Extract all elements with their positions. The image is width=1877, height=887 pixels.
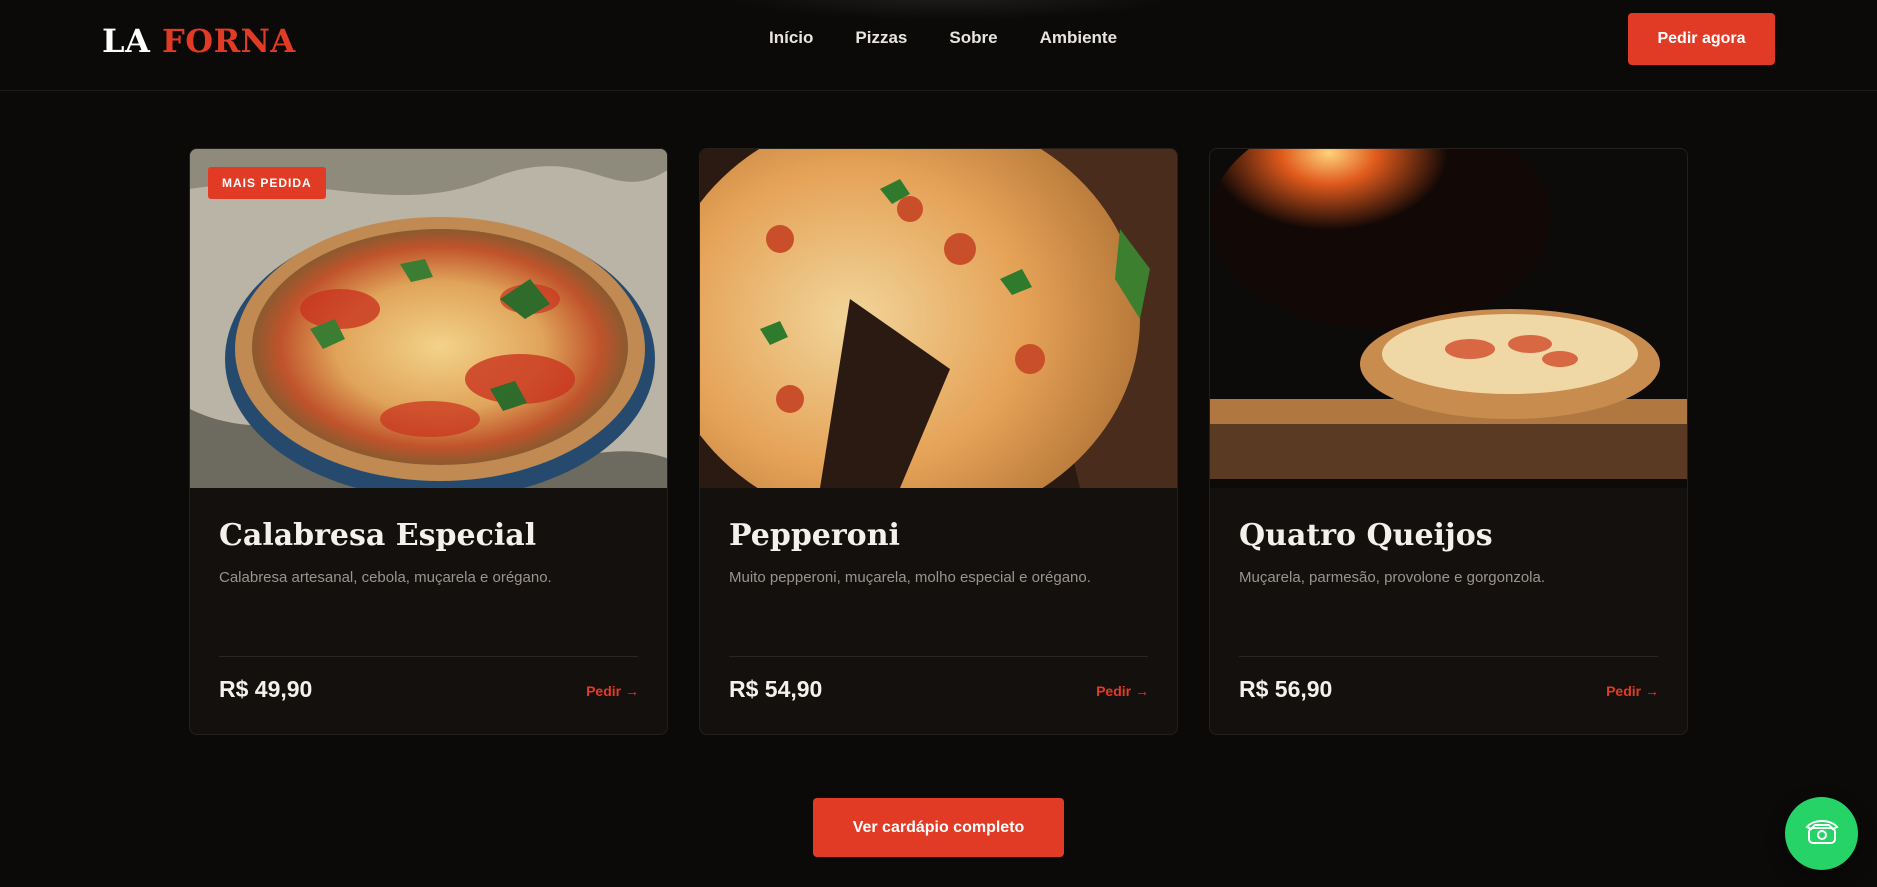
logo-accent: FORNA xyxy=(161,22,296,60)
pizza-price: R$ 54,90 xyxy=(729,676,823,702)
pizza-title: Quatro Queijos xyxy=(1239,518,1493,553)
pizza-card[interactable]: Pepperoni Muito pepperoni, muçarela, mol… xyxy=(699,148,1178,735)
pizza-title: Pepperoni xyxy=(729,518,900,553)
order-link[interactable]: Pedir → xyxy=(1606,683,1659,699)
card-body: Calabresa Especial Calabresa artesanal, … xyxy=(190,488,667,586)
pizza-price: R$ 56,90 xyxy=(1239,676,1333,702)
pizza-image xyxy=(1210,149,1687,488)
pizza-title: Calabresa Especial xyxy=(219,518,537,553)
logo-primary: LA xyxy=(102,22,151,60)
nav-item-pizzas[interactable]: Pizzas xyxy=(855,28,907,48)
whatsapp-phone-icon xyxy=(1804,819,1839,844)
pizza-description: Muito pepperoni, muçarela, molho especia… xyxy=(729,569,1091,586)
nav-item-sobre[interactable]: Sobre xyxy=(949,28,997,48)
pizza-image xyxy=(700,149,1177,488)
pizza-image: MAIS PEDIDA xyxy=(190,149,667,488)
pizza-cards: MAIS PEDIDA Calabresa Especial Calabresa… xyxy=(189,148,1688,735)
most-ordered-badge: MAIS PEDIDA xyxy=(208,167,326,199)
card-divider xyxy=(1239,656,1658,657)
order-now-button[interactable]: Pedir agora xyxy=(1628,13,1775,65)
whatsapp-button[interactable] xyxy=(1785,797,1858,870)
pizza-price: R$ 49,90 xyxy=(219,676,313,702)
nav-item-ambiente[interactable]: Ambiente xyxy=(1040,28,1117,48)
pizza-description: Muçarela, parmesão, provolone e gorgonzo… xyxy=(1239,569,1546,586)
card-divider xyxy=(219,656,638,657)
header-glow xyxy=(720,0,1180,20)
pizza-card[interactable]: Quatro Queijos Muçarela, parmesão, provo… xyxy=(1209,148,1688,735)
pizza-card[interactable]: MAIS PEDIDA Calabresa Especial Calabresa… xyxy=(189,148,668,735)
site-header: LA FORNA Início Pizzas Sobre Ambiente Pe… xyxy=(0,0,1877,91)
order-link[interactable]: Pedir → xyxy=(586,683,639,699)
logo[interactable]: LA FORNA xyxy=(102,22,296,60)
card-body: Quatro Queijos Muçarela, parmesão, provo… xyxy=(1210,488,1687,586)
main-nav: Início Pizzas Sobre Ambiente xyxy=(769,28,1117,48)
order-link[interactable]: Pedir → xyxy=(1096,683,1149,699)
nav-item-inicio[interactable]: Início xyxy=(769,28,813,48)
card-body: Pepperoni Muito pepperoni, muçarela, mol… xyxy=(700,488,1177,586)
full-menu-button[interactable]: Ver cardápio completo xyxy=(813,798,1064,857)
pizza-description: Calabresa artesanal, cebola, muçarela e … xyxy=(219,569,552,586)
card-divider xyxy=(729,656,1148,657)
